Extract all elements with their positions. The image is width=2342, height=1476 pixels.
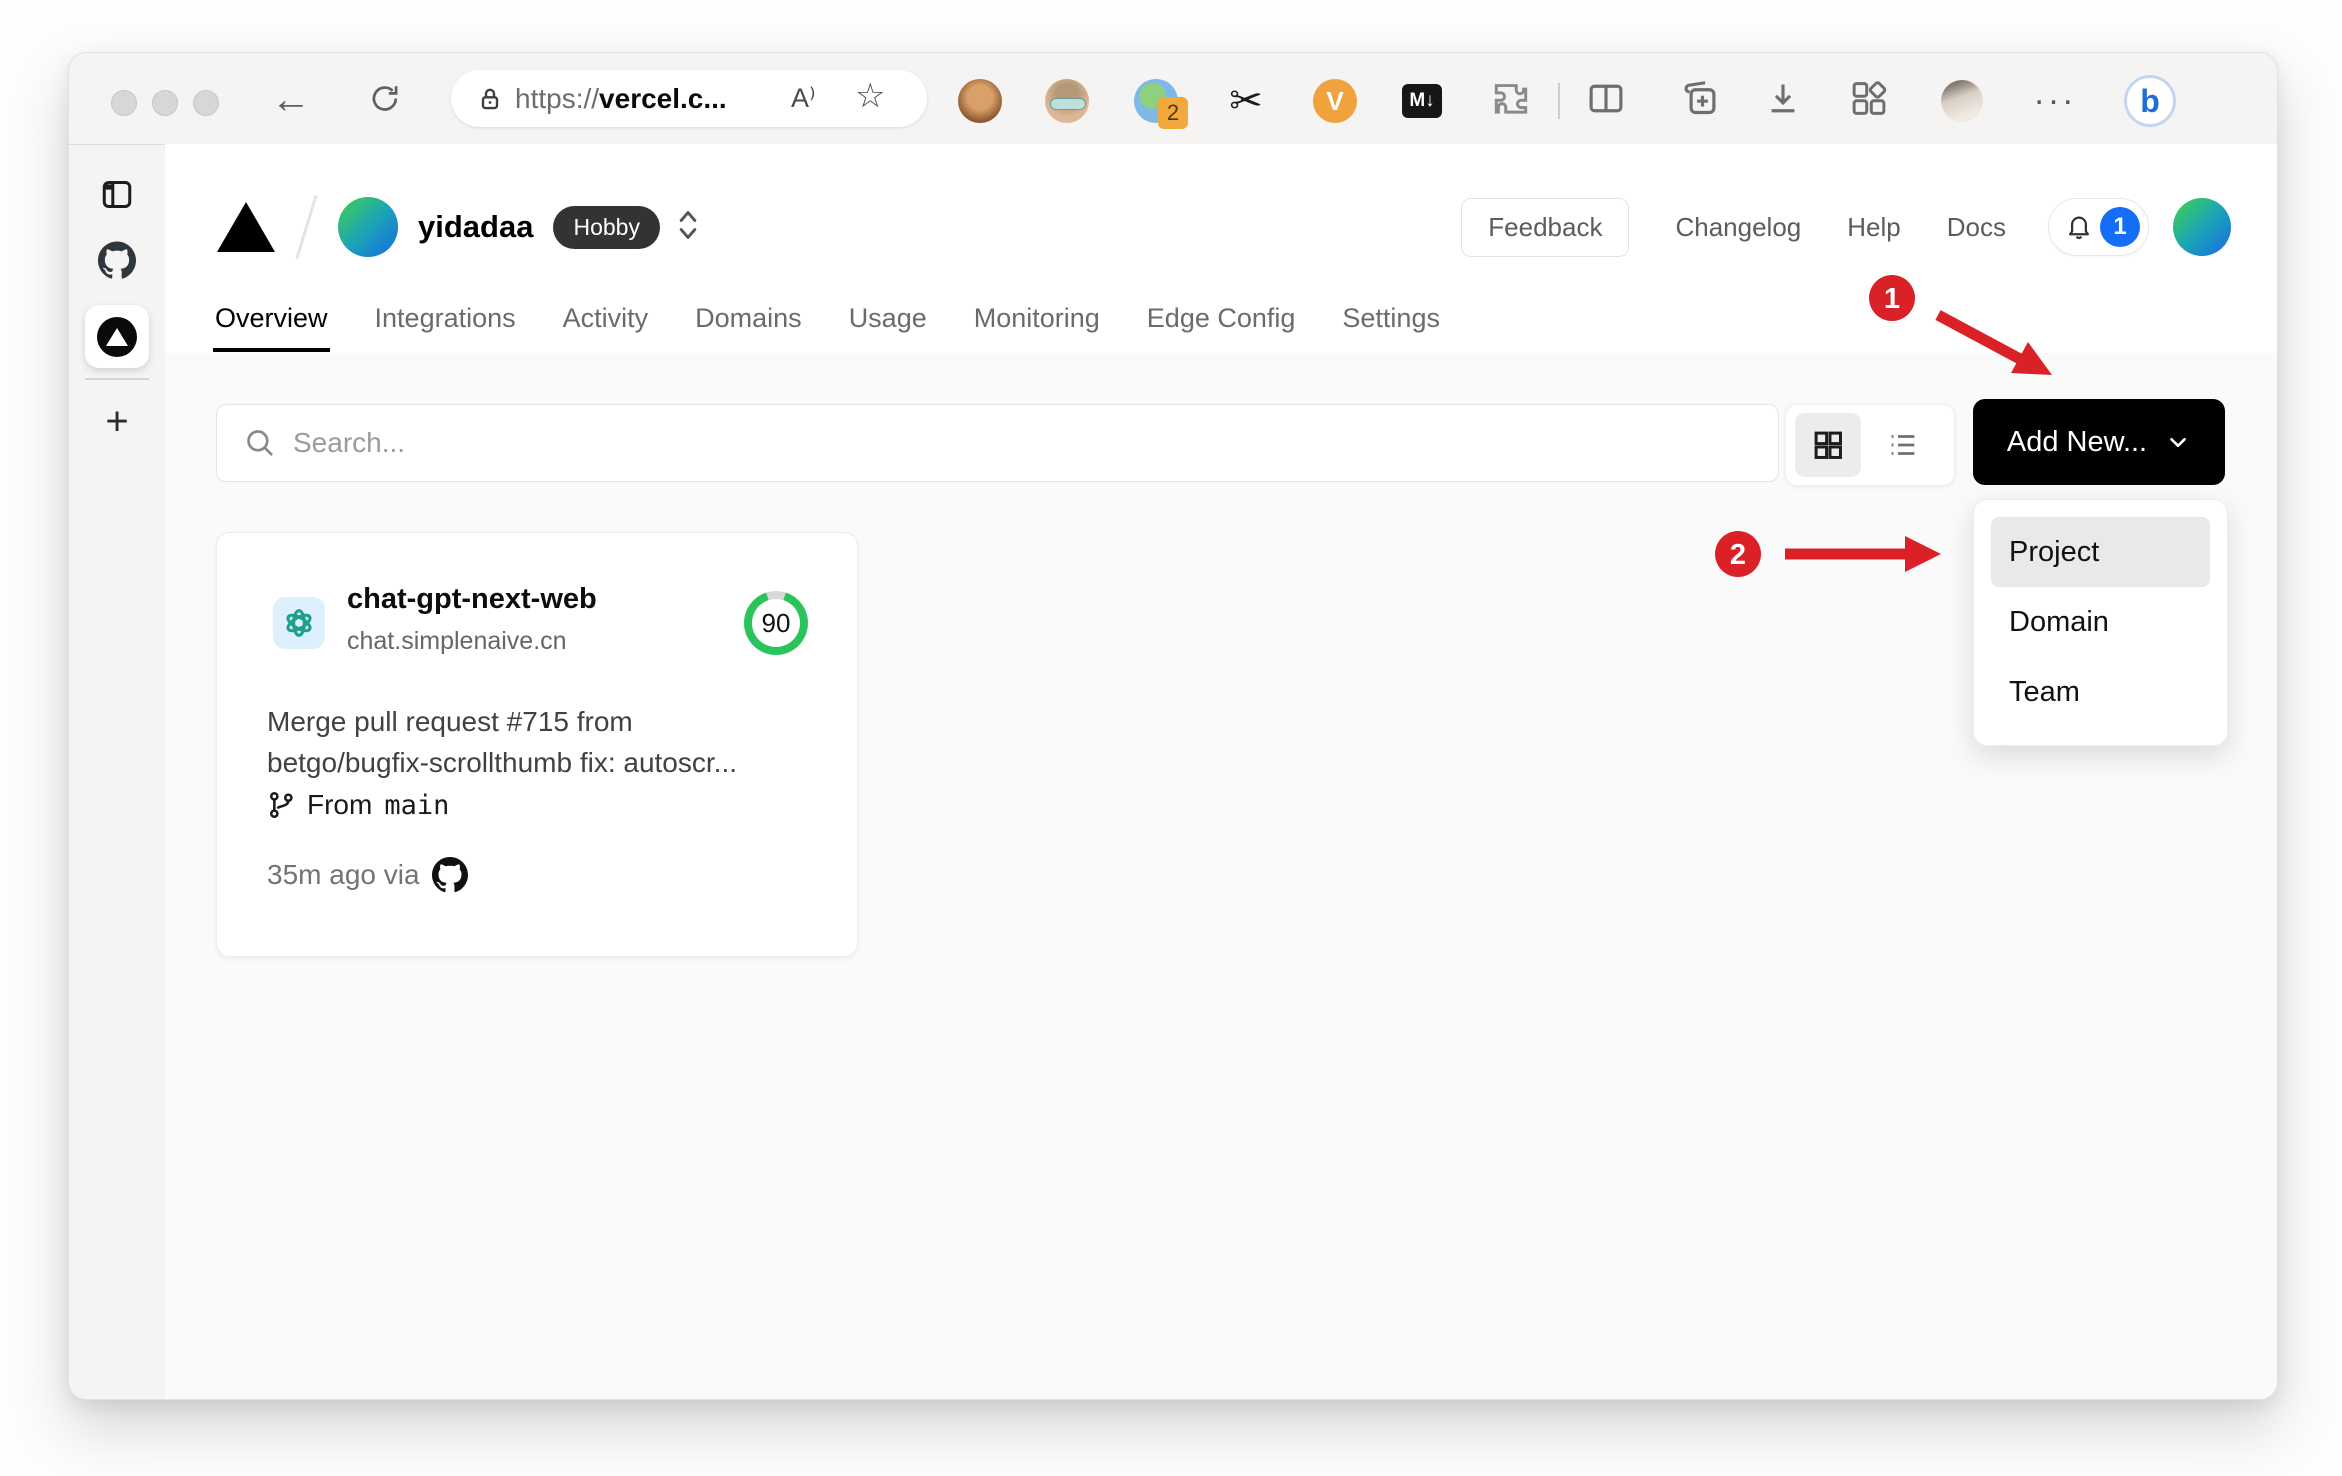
address-bar[interactable]: https://vercel.c... A⁾ ☆: [451, 70, 927, 127]
tab-edge-config[interactable]: Edge Config: [1147, 284, 1296, 352]
blue-dot-extension-icon[interactable]: 2: [1134, 79, 1188, 129]
add-new-button[interactable]: Add New...: [1973, 399, 2225, 485]
zoom-window-button[interactable]: [193, 90, 219, 116]
tab-usage[interactable]: Usage: [849, 284, 927, 352]
tab-activity[interactable]: Activity: [563, 284, 649, 352]
traffic-lights: [111, 90, 219, 116]
browser-toolbar: ← https://vercel.c... A⁾ ☆ 2 ✂ V M↓ ··· …: [69, 53, 2277, 145]
search-bar: [216, 404, 1779, 482]
sidebar-divider: [85, 378, 149, 380]
score-ring: 90: [744, 591, 808, 655]
docs-link[interactable]: Docs: [1947, 212, 2006, 243]
github-tab-icon[interactable]: [98, 241, 136, 285]
list-view-button[interactable]: [1870, 413, 1936, 477]
grid-view-icon: [1811, 428, 1845, 462]
minimize-window-button[interactable]: [152, 90, 178, 116]
lock-icon: [475, 84, 505, 114]
deploy-meta: 35m ago via: [267, 859, 420, 890]
tab-monitoring[interactable]: Monitoring: [974, 284, 1100, 352]
team-name[interactable]: yidadaa: [418, 209, 533, 245]
video-extension-icon[interactable]: V: [1313, 79, 1357, 123]
dropdown-item-domain[interactable]: Domain: [1991, 587, 2210, 657]
branch-row: From main: [265, 789, 449, 821]
tab-settings[interactable]: Settings: [1342, 284, 1440, 352]
bing-chat-icon[interactable]: b: [2124, 75, 2176, 127]
profile-avatar[interactable]: [1941, 80, 1983, 122]
project-domain[interactable]: chat.simplenaive.cn: [347, 627, 567, 656]
sidebar-toggle-icon[interactable]: [99, 177, 135, 218]
vercel-header: yidadaa Hobby Feedback Changelog Help Do…: [165, 144, 2277, 354]
score-value: 90: [752, 599, 800, 647]
dropdown-item-team[interactable]: Team: [1991, 657, 2210, 727]
collections-icon[interactable]: [1678, 78, 1720, 125]
split-screen-icon[interactable]: [1585, 78, 1627, 125]
add-new-label: Add New...: [2006, 425, 2148, 458]
vercel-favicon: [97, 316, 137, 357]
tab-domains[interactable]: Domains: [695, 284, 802, 352]
branch-name: main: [384, 789, 450, 821]
browser-menu-icon[interactable]: ···: [2034, 82, 2077, 121]
markdown-extension-icon[interactable]: M↓: [1402, 84, 1442, 118]
openai-icon: [273, 597, 325, 649]
reload-icon[interactable]: [367, 81, 403, 122]
read-aloud-icon[interactable]: A⁾: [791, 83, 816, 114]
notifications-button[interactable]: 1: [2048, 198, 2149, 256]
scissors-extension-icon[interactable]: ✂: [1229, 78, 1263, 124]
new-tab-button[interactable]: +: [105, 400, 128, 445]
extension-badge: 2: [1158, 97, 1188, 129]
dropdown-item-project[interactable]: Project: [1991, 517, 2210, 587]
user-avatar[interactable]: [2173, 198, 2231, 256]
help-link[interactable]: Help: [1847, 212, 1900, 243]
add-favorite-star-icon[interactable]: ☆: [855, 76, 885, 116]
branch-label: From: [307, 789, 373, 820]
tab-overview[interactable]: Overview: [213, 284, 330, 352]
toolbar-separator: [1558, 83, 1560, 119]
tampermonkey-extension-icon[interactable]: [958, 79, 1002, 123]
url-text: https://vercel.c...: [515, 83, 727, 115]
apps-grid-icon[interactable]: [1848, 78, 1890, 125]
github-icon: [431, 857, 468, 893]
vercel-logo[interactable]: [217, 202, 275, 252]
downloads-icon[interactable]: [1762, 78, 1804, 125]
project-card[interactable]: chat-gpt-next-web chat.simplenaive.cn 90…: [216, 532, 858, 957]
plan-badge: Hobby: [553, 205, 660, 249]
list-view-icon: [1886, 428, 1920, 462]
scope-switcher-icon[interactable]: [676, 208, 700, 247]
feedback-button[interactable]: Feedback: [1461, 197, 1630, 257]
git-branch-icon: [265, 789, 297, 821]
breadcrumb-slash: [295, 195, 318, 259]
browser-sidebar: +: [69, 144, 166, 1399]
person-extension-icon[interactable]: [1045, 79, 1089, 123]
close-window-button[interactable]: [111, 90, 137, 116]
grid-view-button[interactable]: [1795, 413, 1861, 477]
changelog-link[interactable]: Changelog: [1675, 212, 1801, 243]
tab-integrations[interactable]: Integrations: [375, 284, 516, 352]
bell-icon: [2064, 212, 2094, 242]
vercel-page: yidadaa Hobby Feedback Changelog Help Do…: [165, 144, 2277, 1399]
search-input[interactable]: [291, 426, 1778, 460]
team-avatar[interactable]: [338, 197, 398, 257]
extensions-puzzle-icon[interactable]: [1490, 78, 1532, 125]
add-new-dropdown: Project Domain Team: [1973, 499, 2228, 746]
view-toggle: [1785, 404, 1955, 486]
overview-content: Add New... Project Domain Team: [165, 353, 2277, 1399]
url-prefix: https://: [515, 82, 600, 114]
back-icon[interactable]: ←: [271, 78, 311, 123]
search-icon: [243, 426, 277, 460]
project-name[interactable]: chat-gpt-next-web: [347, 583, 597, 616]
commit-message: Merge pull request #715 from betgo/bugfix…: [267, 706, 737, 778]
nav-tabs: Overview Integrations Activity Domains U…: [213, 284, 1440, 352]
chevron-down-icon: [2165, 429, 2191, 455]
browser-window: ← https://vercel.c... A⁾ ☆ 2 ✂ V M↓ ··· …: [68, 52, 2278, 1400]
notification-count-badge: 1: [2100, 207, 2140, 247]
deploy-meta-row: 35m ago via: [267, 857, 468, 893]
vercel-tab-active[interactable]: [85, 305, 149, 368]
url-host: vercel.c...: [599, 82, 727, 114]
